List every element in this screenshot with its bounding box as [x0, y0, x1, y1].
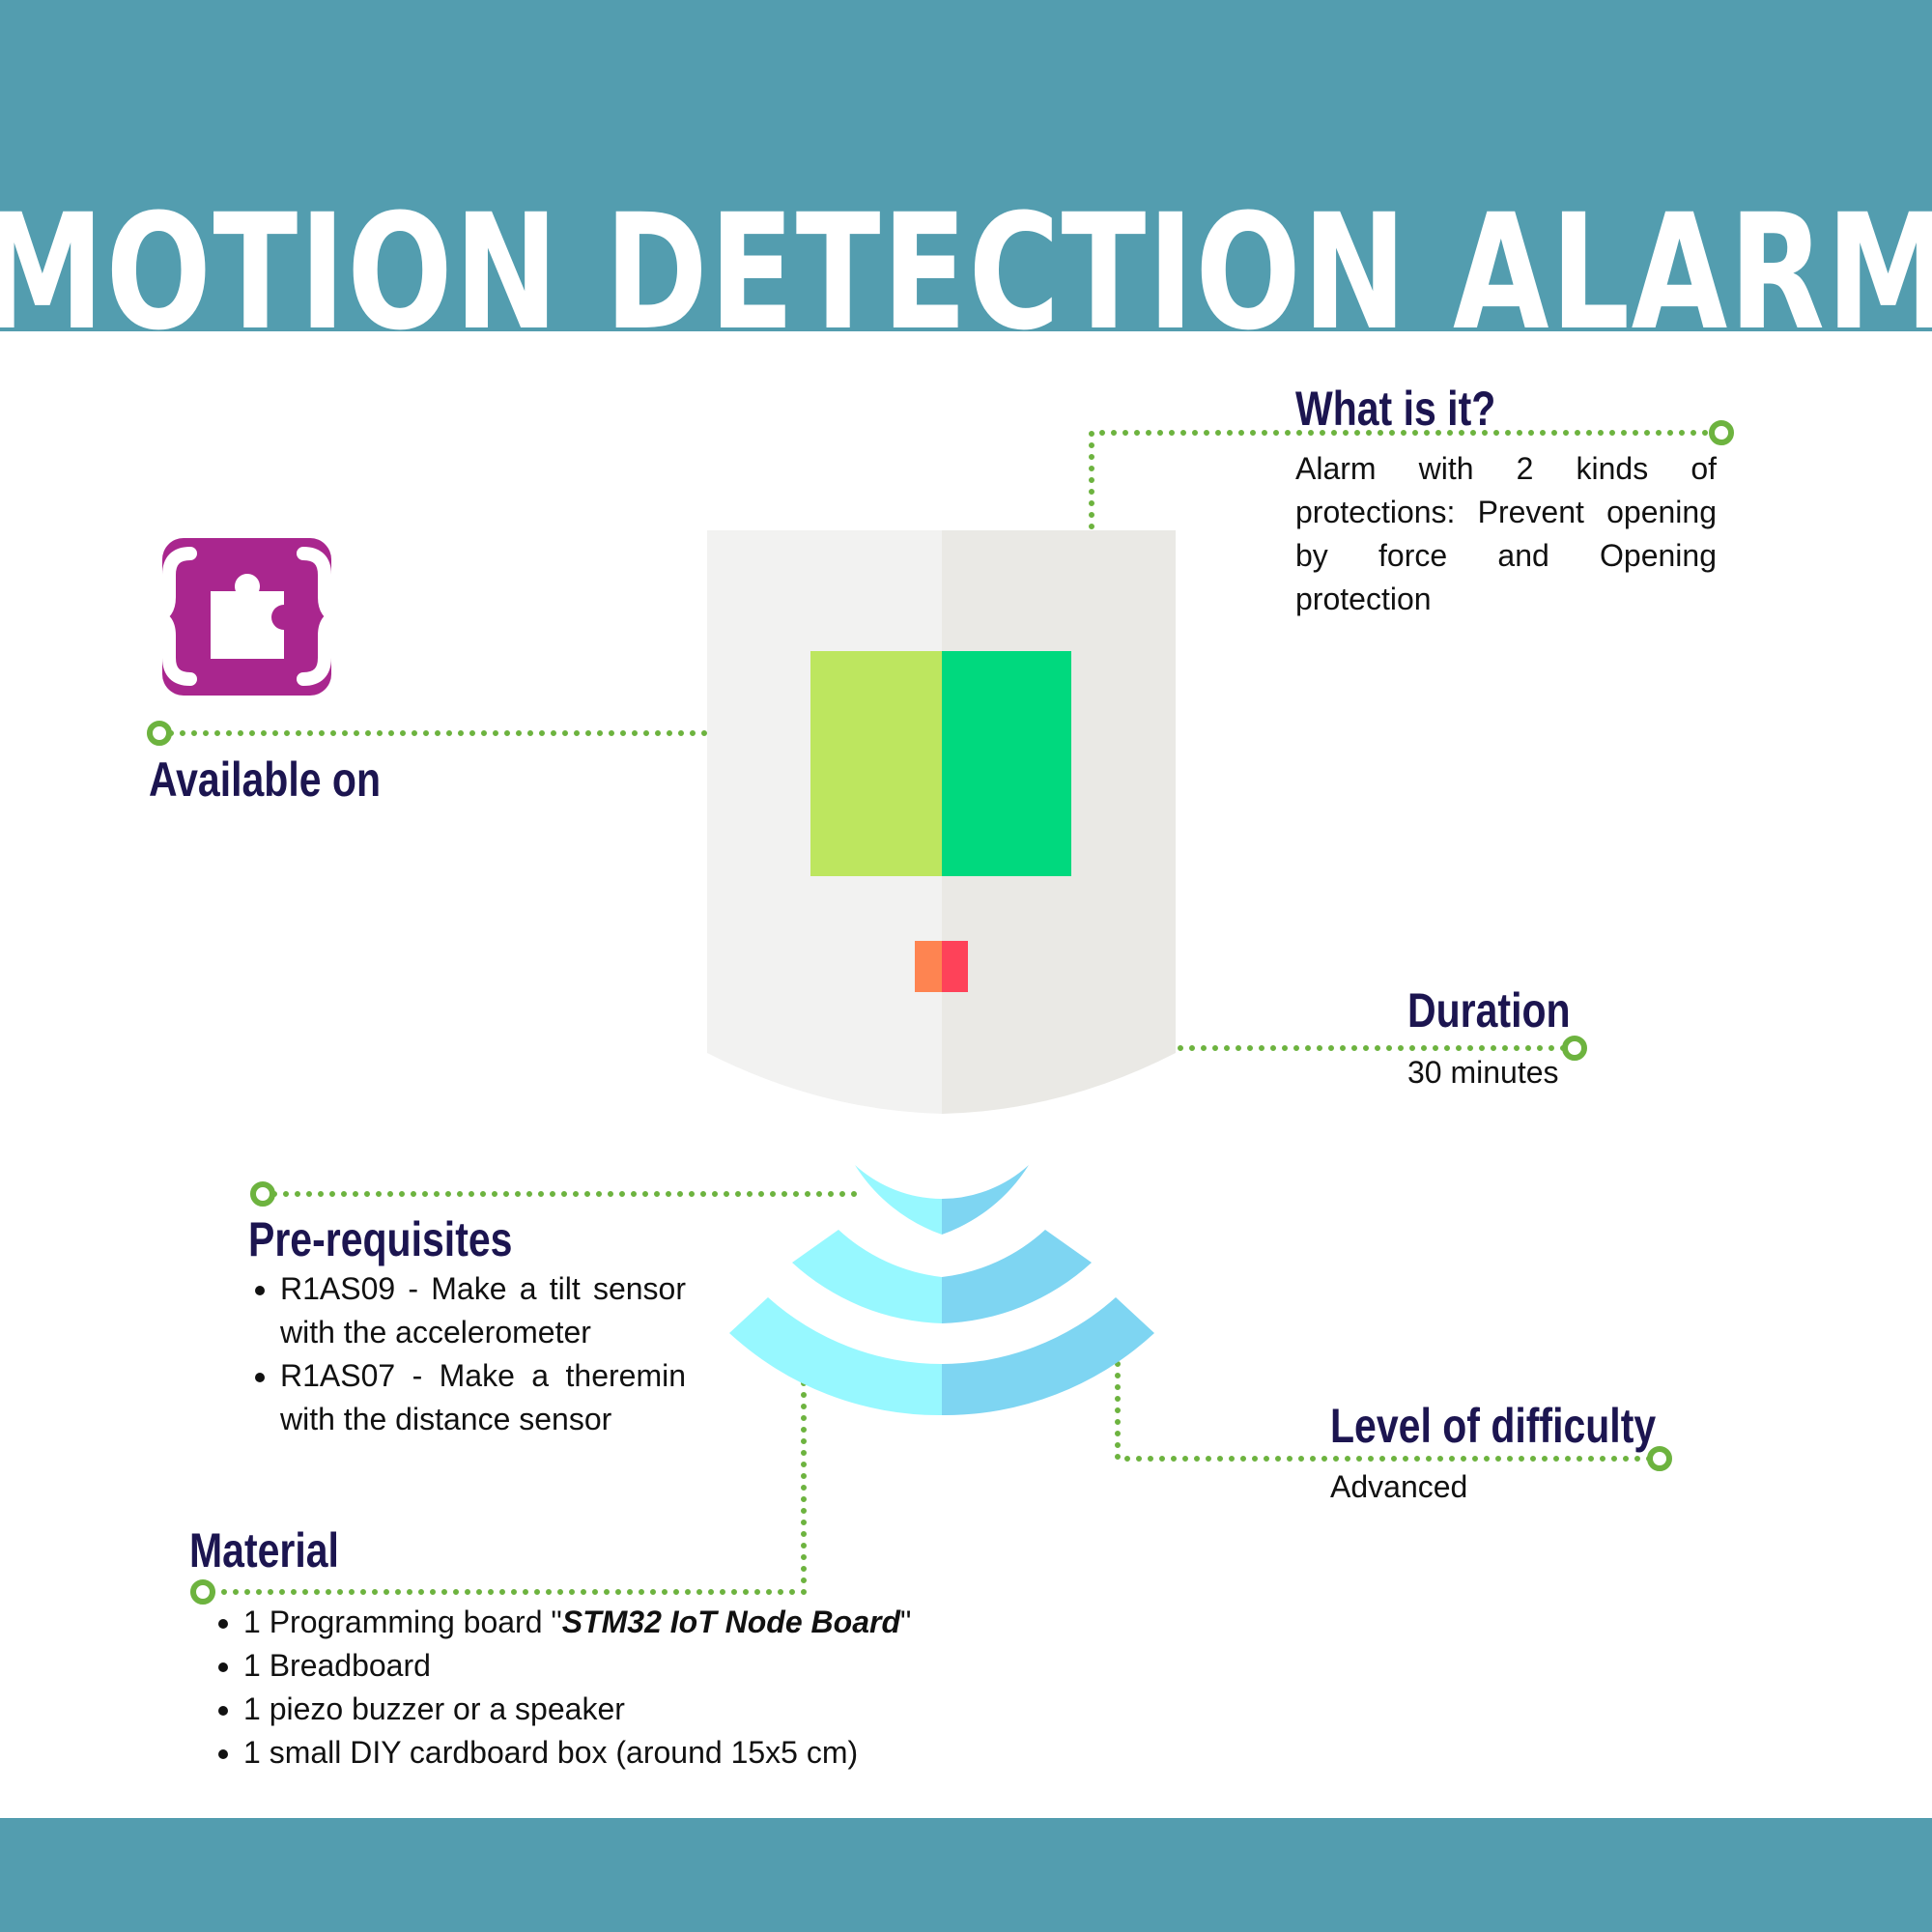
- device-screen-right: [942, 651, 1071, 876]
- what-is-it-text: Alarm with 2 kinds of protections: Preve…: [1295, 451, 1717, 616]
- material-item: 1 Programming board "STM32 IoT Node Boar…: [243, 1601, 1113, 1644]
- difficulty-value: Advanced: [1330, 1469, 1468, 1504]
- prerequisites-heading: Pre-requisites: [248, 1212, 513, 1266]
- material-list: 1 Programming board "STM32 IoT Node Boar…: [207, 1601, 1113, 1775]
- difficulty-heading: Level of difficulty: [1330, 1399, 1657, 1453]
- puzzle-braces-icon: [146, 538, 348, 696]
- duration-heading: Duration: [1407, 983, 1571, 1037]
- device-screen-left: [810, 651, 942, 876]
- material-board-name: STM32 IoT Node Board: [561, 1605, 900, 1639]
- what-is-it-heading: What is it?: [1295, 382, 1496, 436]
- prerequisite-item: R1AS09 - Make a tilt sensor with the acc…: [280, 1267, 686, 1354]
- prerequisites-list: R1AS09 - Make a tilt sensor with the acc…: [243, 1267, 686, 1441]
- motion-sensor-device: [707, 530, 1176, 1114]
- device-led-left: [915, 941, 942, 992]
- available-on-heading: Available on: [149, 753, 382, 807]
- signal-waves-icon: [729, 1165, 1154, 1416]
- material-item-prefix: 1 Programming board ": [243, 1605, 562, 1639]
- footer-band: [0, 1818, 1932, 1932]
- material-item-suffix: ": [899, 1605, 912, 1639]
- wave-small-right: [942, 1165, 1029, 1235]
- material-item: 1 Breadboard: [243, 1644, 1113, 1688]
- prerequisite-item: R1AS07 - Make a theremin with the distan…: [280, 1354, 686, 1441]
- material-item: 1 small DIY cardboard box (around 15x5 c…: [243, 1731, 1113, 1775]
- connector-dot: [147, 721, 172, 746]
- material-heading: Material: [189, 1523, 339, 1577]
- device-led-right: [942, 941, 968, 992]
- wave-medium-right: [942, 1230, 1092, 1323]
- duration-value: 30 minutes: [1407, 1055, 1559, 1090]
- wave-small-left: [855, 1165, 942, 1235]
- wave-medium-left: [792, 1230, 942, 1323]
- material-item: 1 piezo buzzer or a speaker: [243, 1688, 1113, 1731]
- connector-dot: [190, 1579, 215, 1605]
- connector-dot: [1562, 1036, 1587, 1061]
- connector-dot: [250, 1181, 275, 1207]
- connector-dot: [1709, 420, 1734, 445]
